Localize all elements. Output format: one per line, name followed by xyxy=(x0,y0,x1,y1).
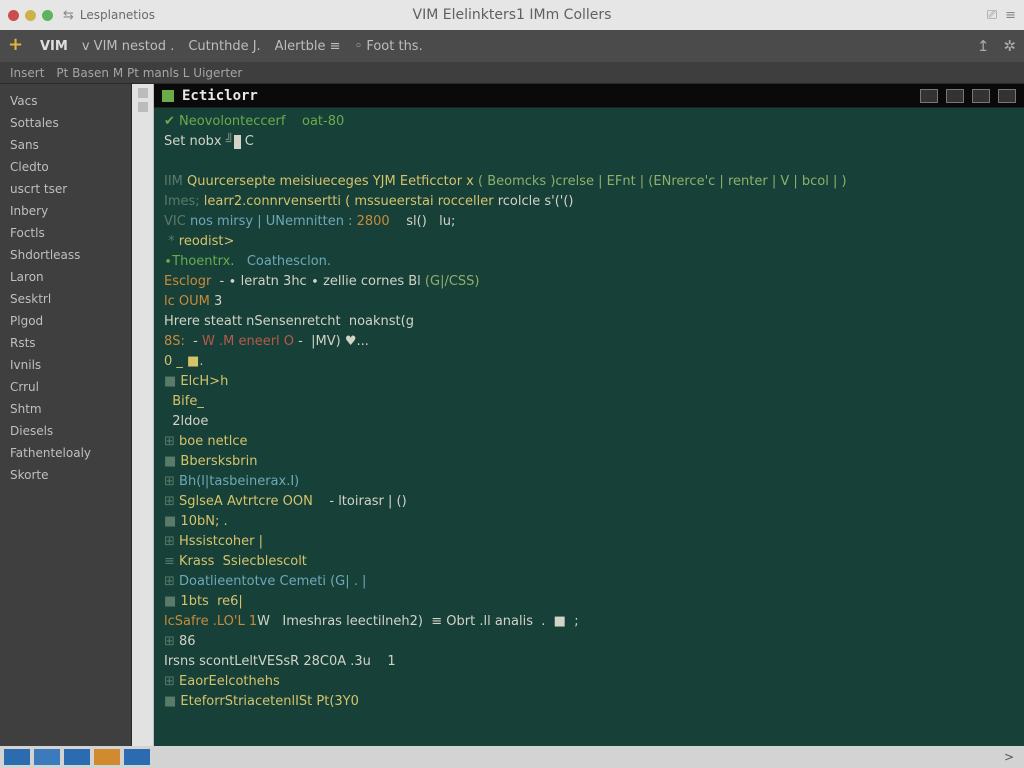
code-editor[interactable]: ✔ Neovolonteccerf oat-80Set nobx ╝ C IIM… xyxy=(154,108,1024,746)
sidebar-item[interactable]: Foctls xyxy=(0,222,131,244)
layout-icon[interactable] xyxy=(920,89,938,103)
layout-icon[interactable] xyxy=(998,89,1016,103)
taskbar-app-icon[interactable] xyxy=(94,749,120,765)
toolbar-item[interactable]: ◦ Foot ths. xyxy=(355,39,423,54)
gutter-mark-icon[interactable] xyxy=(138,88,148,98)
sidebar-item[interactable]: Diesels xyxy=(0,420,131,442)
taskbar-app-icon[interactable] xyxy=(124,749,150,765)
tab-insert[interactable]: Insert xyxy=(10,66,44,80)
titlebar-action-icon[interactable]: ≡ xyxy=(1005,8,1016,23)
sidebar-item[interactable]: Shdortleass xyxy=(0,244,131,266)
editor-pane: Ecticlorr ✔ Neovolonteccerf oat-80Set no… xyxy=(154,84,1024,746)
file-icon xyxy=(162,90,174,102)
titlebar-subtitle: Lesplanetios xyxy=(80,8,155,22)
sidebar-item[interactable]: Crrul xyxy=(0,376,131,398)
sidebar-item[interactable]: Sans xyxy=(0,134,131,156)
tab-strip: Insert Pt Basen M Pt manls L Uigerter xyxy=(0,62,1024,84)
upload-icon[interactable]: ↥ xyxy=(977,37,990,55)
taskbar-app-icon[interactable] xyxy=(4,749,30,765)
maximize-icon[interactable] xyxy=(42,10,53,21)
toolbar-item[interactable]: v VIM nestod . xyxy=(82,39,174,54)
toolbar-item[interactable]: Cutnthde J. xyxy=(188,39,260,54)
taskbar-app-icon[interactable] xyxy=(34,749,60,765)
titlebar-action-icon[interactable]: ⎚ xyxy=(987,8,997,23)
editor-gutter xyxy=(132,84,154,746)
add-icon[interactable]: + xyxy=(8,37,26,55)
sidebar-item[interactable]: Ivnils xyxy=(0,354,131,376)
sidebar-item[interactable]: Shtm xyxy=(0,398,131,420)
editor-tabbar: Ecticlorr xyxy=(154,84,1024,108)
close-icon[interactable] xyxy=(8,10,19,21)
minimize-icon[interactable] xyxy=(25,10,36,21)
sidebar-item[interactable]: Vacs xyxy=(0,90,131,112)
layout-icon[interactable] xyxy=(946,89,964,103)
taskbar-app-icon[interactable] xyxy=(64,749,90,765)
toolbar-item[interactable]: Alertble ≡ xyxy=(275,39,341,54)
tab-secondary[interactable]: Pt Basen M Pt manls L Uigerter xyxy=(56,66,242,80)
layout-icon[interactable] xyxy=(972,89,990,103)
window-titlebar: ⇆ Lesplanetios VIM Elelinkters1 IMm Coll… xyxy=(0,0,1024,30)
sidebar-item[interactable]: Fathenteloaly xyxy=(0,442,131,464)
gutter-mark-icon[interactable] xyxy=(138,102,148,112)
main-area: Vacs Sottales Sans Cledto uscrt tser Inb… xyxy=(0,84,1024,746)
toolbar-item[interactable]: VIM xyxy=(40,39,68,54)
window-controls[interactable] xyxy=(8,10,53,21)
sidebar-item[interactable]: Skorte xyxy=(0,464,131,486)
taskbar-right: > xyxy=(1004,750,1020,764)
settings-icon[interactable]: ✲ xyxy=(1003,37,1016,55)
os-taskbar: > xyxy=(0,746,1024,768)
sidebar-item[interactable]: Rsts xyxy=(0,332,131,354)
sidebar-item[interactable]: Laron xyxy=(0,266,131,288)
sidebar-item[interactable]: uscrt tser xyxy=(0,178,131,200)
sidebar-item[interactable]: Inbery xyxy=(0,200,131,222)
sidebar-item[interactable]: Plgod xyxy=(0,310,131,332)
sidebar-item[interactable]: Sesktrl xyxy=(0,288,131,310)
sidebar-item[interactable]: Cledto xyxy=(0,156,131,178)
sidebar: Vacs Sottales Sans Cledto uscrt tser Inb… xyxy=(0,84,132,746)
sidebar-item[interactable]: Sottales xyxy=(0,112,131,134)
main-toolbar: + VIM v VIM nestod . Cutnthde J. Alertbl… xyxy=(0,30,1024,62)
editor-filename[interactable]: Ecticlorr xyxy=(182,88,258,104)
titlebar-icon: ⇆ xyxy=(63,8,74,23)
